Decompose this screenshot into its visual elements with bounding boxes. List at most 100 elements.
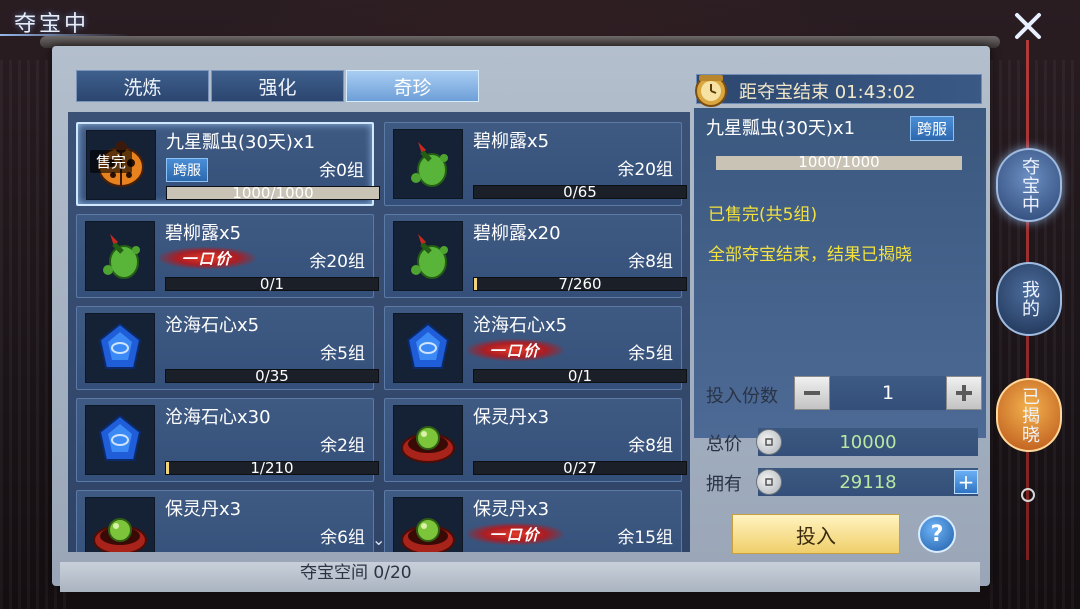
total-price-label: 总价 bbox=[706, 434, 742, 455]
remaining-count: 余8组 bbox=[628, 252, 673, 272]
green-potion-icon bbox=[393, 129, 463, 199]
remaining-count: 余20组 bbox=[617, 160, 673, 180]
item-card[interactable]: 碧柳露x5 一口价 余20组 0/1 bbox=[76, 214, 379, 298]
item-card[interactable]: 沧海石心x5 一口价 余5组 0/1 bbox=[384, 306, 687, 390]
tab-bar: 洗炼 强化 奇珍 bbox=[76, 70, 479, 102]
item-card[interactable]: 沧海石心x30 余2组 1/210 bbox=[76, 398, 379, 482]
plus-icon bbox=[956, 385, 972, 401]
detail-progress-text: 1000/1000 bbox=[798, 153, 880, 171]
nav-mine[interactable]: 我的 bbox=[996, 262, 1062, 336]
pill-bowl-icon bbox=[393, 405, 463, 475]
blue-gem-icon bbox=[85, 405, 155, 475]
pill-bowl-icon bbox=[85, 497, 155, 552]
remaining-count: 余15组 bbox=[617, 528, 673, 548]
remaining-count: 余6组 bbox=[320, 528, 365, 548]
item-progress-text: 1000/1000 bbox=[232, 184, 314, 202]
result-status: 全部夺宝结束，结果已揭晓 bbox=[708, 245, 912, 265]
buy-now-badge: 一口价 bbox=[159, 247, 255, 269]
item-progress-bar: 0/27 bbox=[473, 459, 687, 477]
item-progress-text: 0/1 bbox=[259, 275, 285, 293]
item-name: 沧海石心x5 bbox=[473, 315, 568, 336]
cross-server-badge: 跨服 bbox=[166, 158, 208, 182]
tab-treasures[interactable]: 奇珍 bbox=[346, 70, 479, 102]
item-progress-bar: 0/1 bbox=[473, 367, 687, 385]
nav-treasure-hunting[interactable]: 夺宝中 bbox=[996, 148, 1062, 222]
item-name: 碧柳露x5 bbox=[473, 131, 550, 152]
remaining-count: 余0组 bbox=[319, 161, 364, 181]
item-progress-text: 1/210 bbox=[250, 459, 294, 477]
item-card[interactable]: 售完 九星瓢虫(30天)x1 跨服 余0组 1000/1000 bbox=[76, 122, 380, 206]
coin-icon bbox=[756, 469, 782, 495]
green-potion-icon bbox=[393, 221, 463, 291]
item-card[interactable]: 保灵丹x3 一口价 余15组 bbox=[384, 490, 682, 552]
countdown-text: 距夺宝结束 01:43:02 bbox=[739, 82, 916, 103]
plus-icon: + bbox=[957, 470, 975, 494]
minus-icon bbox=[804, 391, 820, 395]
buy-now-badge: 一口价 bbox=[467, 339, 563, 361]
countdown-bar: 距夺宝结束 01:43:02 bbox=[695, 74, 982, 107]
item-progress-bar: 0/1 bbox=[165, 275, 379, 293]
clock-icon bbox=[691, 69, 731, 113]
tab-refine[interactable]: 洗炼 bbox=[76, 70, 209, 102]
panel-bottom-edge bbox=[60, 562, 980, 592]
item-name: 九星瓢虫(30天)x1 bbox=[166, 132, 316, 153]
quantity-label: 投入份数 bbox=[706, 386, 778, 407]
detail-panel: 距夺宝结束 01:43:02 九星瓢虫(30天)x1 跨服 1000/1000 … bbox=[692, 62, 988, 566]
quantity-minus-button[interactable] bbox=[794, 376, 830, 410]
blue-gem-icon bbox=[393, 313, 463, 383]
detail-progress-bar: 1000/1000 bbox=[716, 153, 962, 171]
item-name: 碧柳露x5 bbox=[165, 223, 242, 244]
item-name: 沧海石心x30 bbox=[165, 407, 271, 428]
nav-revealed[interactable]: 已揭晓 bbox=[996, 378, 1062, 452]
item-card[interactable]: 保灵丹x3 余6组 bbox=[76, 490, 374, 552]
remaining-count: 余2组 bbox=[320, 436, 365, 456]
coin-icon bbox=[756, 429, 782, 455]
owned-label: 拥有 bbox=[706, 474, 742, 495]
owned-field: 29118 bbox=[758, 468, 978, 496]
detail-item-name: 九星瓢虫(30天)x1 bbox=[706, 118, 856, 139]
close-button[interactable] bbox=[1010, 8, 1046, 44]
owned-value: 29118 bbox=[839, 471, 897, 493]
quantity-plus-button[interactable] bbox=[946, 376, 982, 410]
rope-ring-icon bbox=[1021, 488, 1035, 502]
item-progress-text: 0/27 bbox=[563, 459, 597, 477]
item-progress-bar: 0/65 bbox=[473, 183, 687, 201]
item-card[interactable]: 沧海石心x5 余5组 0/35 bbox=[76, 306, 379, 390]
pill-bowl-icon bbox=[393, 497, 463, 552]
sold-out-tag: 售完 bbox=[90, 150, 133, 173]
blue-gem-icon bbox=[85, 313, 155, 383]
total-price-value: 10000 bbox=[839, 431, 897, 453]
item-progress-text: 7/260 bbox=[558, 275, 602, 293]
quantity-value[interactable]: 1 bbox=[830, 376, 946, 410]
item-progress-text: 0/65 bbox=[563, 183, 597, 201]
remaining-count: 余5组 bbox=[320, 344, 365, 364]
item-card[interactable]: 保灵丹x3 余8组 0/27 bbox=[384, 398, 687, 482]
remaining-count: 余5组 bbox=[628, 344, 673, 364]
item-name: 保灵丹x3 bbox=[473, 499, 550, 520]
item-grid[interactable]: 售完 九星瓢虫(30天)x1 跨服 余0组 1000/1000 碧柳露x5 余20组 0/65… bbox=[68, 112, 690, 552]
sold-out-status: 已售完(共5组) bbox=[708, 205, 818, 225]
item-progress-bar: 1/210 bbox=[165, 459, 379, 477]
chevron-down-icon[interactable]: ⌄ bbox=[372, 530, 385, 549]
total-price-field: 10000 bbox=[758, 428, 978, 456]
item-progress-text: 0/35 bbox=[255, 367, 289, 385]
item-name: 保灵丹x3 bbox=[473, 407, 550, 428]
tab-enhance[interactable]: 强化 bbox=[211, 70, 344, 102]
item-name: 保灵丹x3 bbox=[165, 499, 242, 520]
item-name: 沧海石心x5 bbox=[165, 315, 260, 336]
item-card[interactable]: 碧柳露x20 余8组 7/260 bbox=[384, 214, 687, 298]
close-icon bbox=[1015, 13, 1041, 39]
item-progress-bar: 7/260 bbox=[473, 275, 687, 293]
item-name: 碧柳露x20 bbox=[473, 223, 561, 244]
buy-now-badge: 一口价 bbox=[467, 523, 563, 545]
remaining-count: 余20组 bbox=[309, 252, 365, 272]
recharge-plus-button[interactable]: + bbox=[954, 470, 978, 494]
item-card[interactable]: 碧柳露x5 余20组 0/65 bbox=[384, 122, 687, 206]
help-button[interactable]: ? bbox=[918, 515, 956, 553]
side-nav: 夺宝中 我的 已揭晓 bbox=[990, 40, 1070, 580]
item-progress-bar: 1000/1000 bbox=[166, 184, 380, 202]
cross-server-badge: 跨服 bbox=[910, 116, 955, 141]
item-progress-text: 0/1 bbox=[567, 367, 593, 385]
invest-button[interactable]: 投入 bbox=[732, 514, 900, 554]
item-progress-bar: 0/35 bbox=[165, 367, 379, 385]
